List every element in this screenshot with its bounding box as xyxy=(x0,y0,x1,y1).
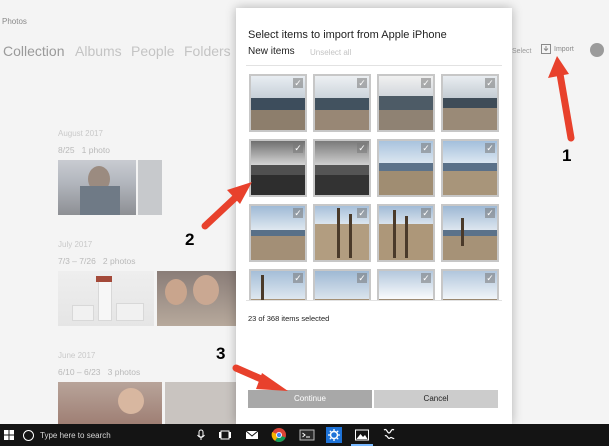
annotation-number-1: 1 xyxy=(562,146,572,165)
terminal-icon[interactable] xyxy=(299,427,315,443)
mail-icon[interactable] xyxy=(244,427,260,443)
windows-start-icon[interactable] xyxy=(4,430,14,440)
task-view-icon[interactable] xyxy=(217,427,233,443)
sketch-app-icon[interactable] xyxy=(381,427,397,443)
chrome-icon[interactable] xyxy=(271,427,287,443)
windows-taskbar: Type here to search xyxy=(0,424,609,446)
annotation-arrow-1 xyxy=(548,56,575,142)
taskbar-search-box[interactable]: Type here to search xyxy=(19,424,189,446)
annotation-overlay xyxy=(201,56,575,391)
settings-gear-icon[interactable] xyxy=(326,427,342,443)
search-placeholder: Type here to search xyxy=(40,430,111,440)
annotation-number-3: 3 xyxy=(216,344,226,363)
annotation-number-2: 2 xyxy=(185,230,195,249)
microphone-icon[interactable] xyxy=(193,427,209,443)
annotation-arrow-3 xyxy=(232,364,288,391)
cortana-icon xyxy=(23,429,34,441)
annotation-arrow-2 xyxy=(201,182,252,230)
photos-icon[interactable] xyxy=(354,427,370,443)
